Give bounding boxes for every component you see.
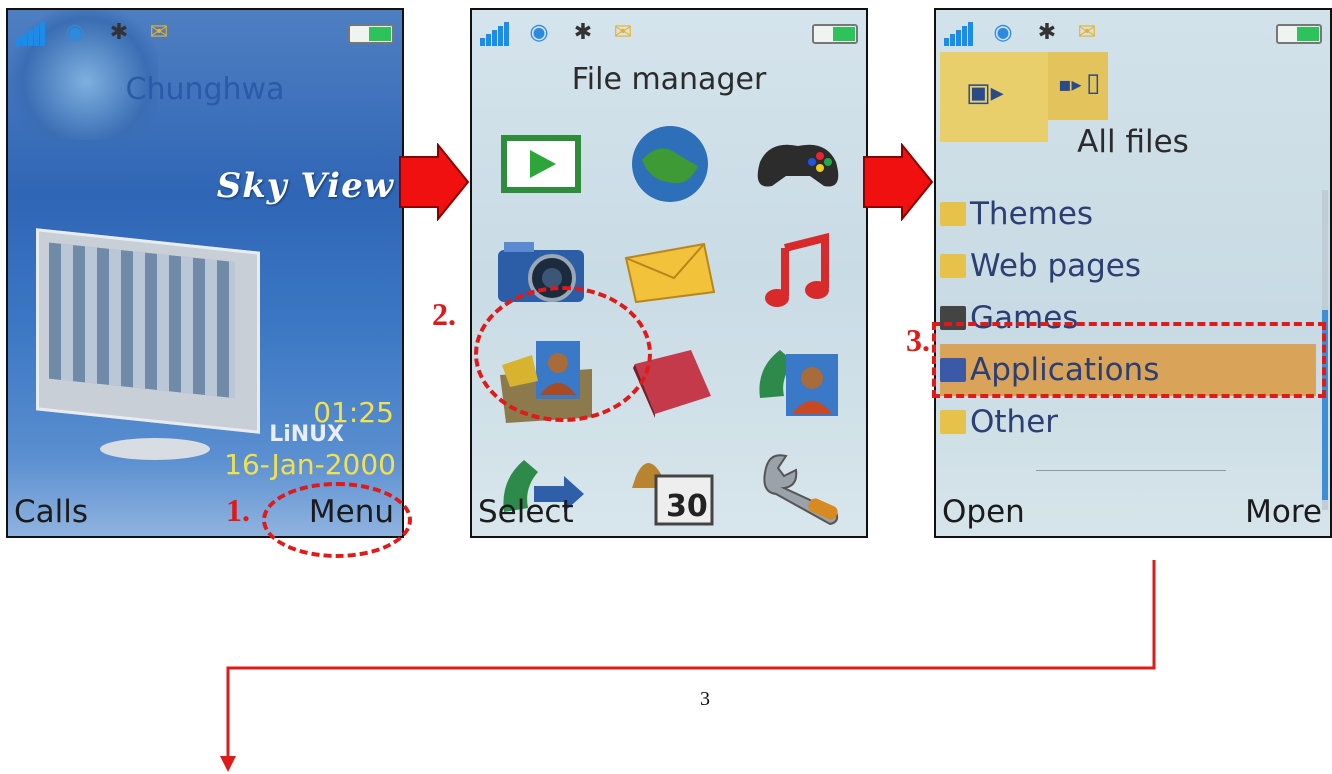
page-number: 3	[700, 688, 710, 710]
continuation-connector	[220, 560, 1156, 772]
arrow-down-icon	[220, 756, 236, 772]
